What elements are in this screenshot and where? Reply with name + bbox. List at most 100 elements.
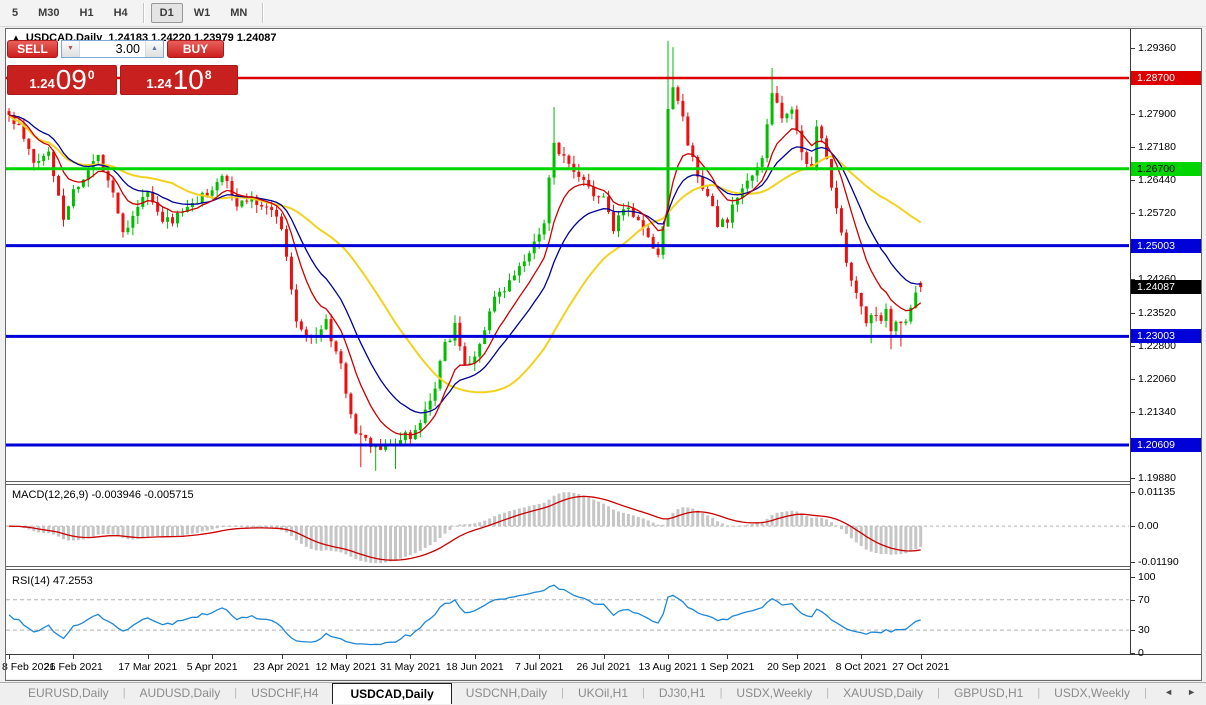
- date-label-20-sep-2021: 20 Sep 2021: [762, 661, 832, 673]
- price-tick-1.22060: 1.22060: [1138, 373, 1176, 385]
- date-label-5-apr-2021: 5 Apr 2021: [177, 661, 247, 673]
- tab-scroll-left-icon[interactable]: ◄: [1164, 687, 1173, 697]
- rsi-label: RSI(14) 47.2553: [12, 575, 93, 587]
- one-click-trading-panel: SELL ▼ ▲ BUY 1.24 09 0 1.24 10 8: [7, 40, 238, 95]
- macd-tick-0.01135-tick: [1131, 492, 1135, 493]
- date-label-31-may-2021: 31 May 2021: [375, 661, 445, 673]
- buy-price-prefix: 1.24: [146, 76, 171, 91]
- hline-price-label-1.25003: 1.25003: [1131, 239, 1201, 253]
- price-tick-1.23520: 1.23520: [1138, 307, 1176, 319]
- tab-usdx-weekly[interactable]: USDX,Weekly: [722, 683, 826, 704]
- rsi-tick-30-tick: [1131, 630, 1135, 631]
- date-label-17-mar-2021: 17 Mar 2021: [113, 661, 183, 673]
- price-tick-1.23520-tick: [1131, 313, 1135, 314]
- tab-scroll-right-icon[interactable]: ►: [1187, 687, 1196, 697]
- tab-separator: |: [1144, 683, 1147, 704]
- date-tick: [346, 655, 347, 659]
- price-tick-1.26440-tick: [1131, 180, 1135, 181]
- buy-button[interactable]: BUY: [167, 40, 224, 58]
- panel-splitter-macd[interactable]: [6, 481, 1130, 485]
- panel-splitter-rsi[interactable]: [6, 566, 1130, 570]
- date-tick: [9, 655, 10, 659]
- rsi-tick-30: 30: [1138, 624, 1150, 636]
- current-price-label: 1.24087: [1131, 280, 1201, 294]
- date-tick: [604, 655, 605, 659]
- rsi-indicator-chart[interactable]: [6, 572, 1129, 654]
- macd-tick--0.01190: -0.01190: [1138, 556, 1179, 568]
- tab-usdcad-daily[interactable]: USDCAD,Daily: [332, 683, 451, 704]
- macd-tick-0.01135: 0.01135: [1138, 486, 1175, 498]
- date-tick: [727, 655, 728, 659]
- date-label-12-may-2021: 12 May 2021: [311, 661, 381, 673]
- timeframe-m30-button[interactable]: M30: [29, 3, 68, 23]
- tab-usdchf-h4[interactable]: USDCHF,H4: [237, 683, 332, 704]
- volume-increase-icon[interactable]: ▲: [145, 41, 163, 57]
- rsi-tick-70: 70: [1138, 594, 1150, 606]
- hline-price-label-1.28700: 1.28700: [1131, 71, 1201, 85]
- date-tick: [921, 655, 922, 659]
- sell-button[interactable]: SELL: [7, 40, 58, 58]
- price-tick-1.27900-tick: [1131, 114, 1135, 115]
- date-tick: [212, 655, 213, 659]
- tab-eurusd-daily[interactable]: EURUSD,Daily: [14, 683, 123, 704]
- main-price-chart[interactable]: [6, 29, 1129, 481]
- rsi-tick-0-tick: [1131, 653, 1135, 654]
- date-tick: [797, 655, 798, 659]
- timeframe-w1-button[interactable]: W1: [185, 3, 220, 23]
- timeframe-h4-button[interactable]: H4: [105, 3, 137, 23]
- date-label-18-jun-2021: 18 Jun 2021: [440, 661, 510, 673]
- timeframe-mn-button[interactable]: MN: [221, 3, 256, 23]
- tab-ukoil-h1[interactable]: UKOil,H1: [564, 683, 642, 704]
- toolbar-separator: [143, 3, 145, 23]
- price-tick-1.22060-tick: [1131, 379, 1135, 380]
- price-tick-1.25720-tick: [1131, 213, 1135, 214]
- sell-price-display[interactable]: 1.24 09 0: [7, 65, 117, 95]
- volume-input[interactable]: [80, 41, 145, 57]
- buy-price-display[interactable]: 1.24 10 8: [120, 65, 238, 95]
- price-tick-1.25720: 1.25720: [1138, 207, 1176, 219]
- tab-gbpusd-h1[interactable]: GBPUSD,H1: [940, 683, 1037, 704]
- rsi-tick-100-tick: [1131, 577, 1135, 578]
- price-tick-1.21340-tick: [1131, 412, 1135, 413]
- date-label-1-sep-2021: 1 Sep 2021: [692, 661, 762, 673]
- price-tick-1.26440: 1.26440: [1138, 174, 1176, 186]
- rsi-tick-0: 0: [1138, 647, 1144, 659]
- rsi-name: RSI(14): [12, 575, 50, 587]
- mt4-app: 5M30H1H4D1W1MN 1.293601.279001.271801.26…: [0, 0, 1206, 705]
- date-label-26-jul-2021: 26 Jul 2021: [569, 661, 639, 673]
- trade-controls-row: SELL ▼ ▲ BUY: [7, 40, 238, 58]
- date-tick: [410, 655, 411, 659]
- timeframe-5-button[interactable]: 5: [3, 3, 27, 23]
- timeframe-d1-button[interactable]: D1: [151, 3, 183, 23]
- rsi-value: 47.2553: [53, 575, 93, 587]
- date-tick: [282, 655, 283, 659]
- symbol-tabs: EURUSD,Daily|AUDUSD,Daily|USDCHF,H4USDCA…: [0, 683, 1147, 704]
- date-tick: [73, 655, 74, 659]
- tab-dj30-h1[interactable]: DJ30,H1: [645, 683, 720, 704]
- price-tick-1.29360-tick: [1131, 48, 1135, 49]
- sell-price-big: 09: [56, 66, 87, 94]
- macd-name: MACD(12,26,9): [12, 489, 88, 501]
- macd-tick-0.00: 0.00: [1138, 520, 1158, 532]
- price-tick-1.27180-tick: [1131, 147, 1135, 148]
- tab-audusd-daily[interactable]: AUDUSD,Daily: [126, 683, 235, 704]
- date-label-26-feb-2021: 26 Feb 2021: [38, 661, 108, 673]
- toolbar-separator: [262, 3, 264, 23]
- date-tick: [668, 655, 669, 659]
- hline-price-label-1.23003: 1.23003: [1131, 329, 1201, 343]
- date-tick: [475, 655, 476, 659]
- price-tick-1.27180: 1.27180: [1138, 141, 1176, 153]
- price-tick-1.19880-tick: [1131, 478, 1135, 479]
- price-tick-1.27900: 1.27900: [1138, 108, 1176, 120]
- macd-tick-0.00-tick: [1131, 526, 1135, 527]
- tab-usdx-weekly[interactable]: USDX,Weekly: [1040, 683, 1144, 704]
- date-tick: [861, 655, 862, 659]
- rsi-tick-100: 100: [1138, 571, 1156, 583]
- trade-prices-row: 1.24 09 0 1.24 10 8: [7, 65, 238, 95]
- volume-spinner: ▼ ▲: [61, 40, 164, 58]
- tab-scroll-arrows: ◄ ►: [1164, 687, 1196, 697]
- volume-decrease-icon[interactable]: ▼: [62, 41, 80, 57]
- timeframe-h1-button[interactable]: H1: [71, 3, 103, 23]
- tab-xauusd-daily[interactable]: XAUUSD,Daily: [829, 683, 937, 704]
- tab-usdcnh-daily[interactable]: USDCNH,Daily: [452, 683, 561, 704]
